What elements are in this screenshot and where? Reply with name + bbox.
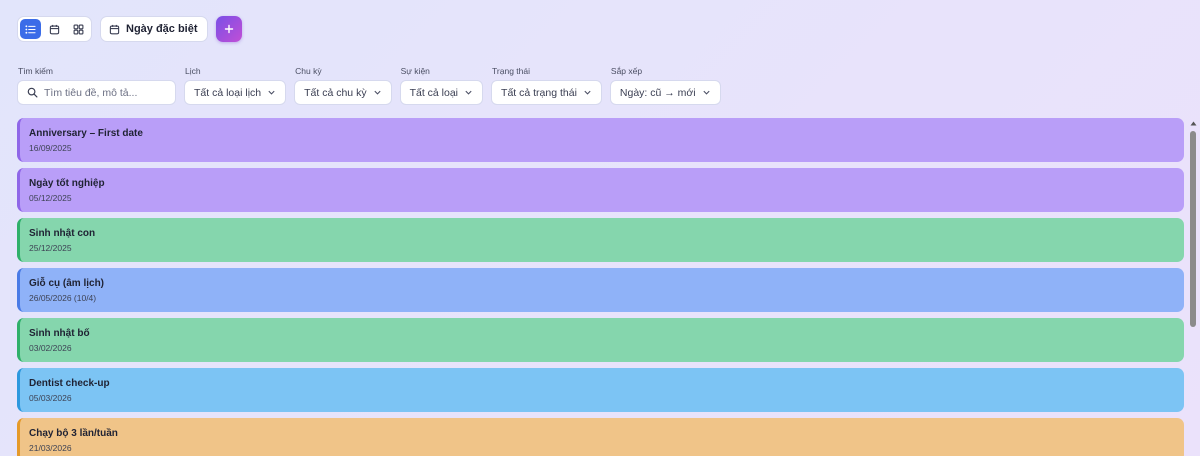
list-icon [25, 24, 36, 34]
event-date: 21/03/2026 [29, 443, 72, 453]
event-select[interactable]: Tất cả loại [399, 80, 484, 105]
scrollbar[interactable] [1188, 118, 1198, 456]
event-date: 26/05/2026 (10/4) [29, 293, 97, 303]
search-placeholder: Tìm tiêu đề, mô tả... [44, 86, 138, 99]
toolbar: Ngày đặc biệt [17, 16, 242, 42]
event-title: Dentist check-up [29, 378, 110, 389]
special-days-button[interactable]: Ngày đặc biệt [100, 16, 208, 42]
event-title: Sinh nhật con [29, 228, 96, 239]
event-date: 03/02/2026 [29, 343, 72, 353]
list-view-button[interactable] [20, 19, 41, 39]
sort-select-value: Ngày: cũ → mới [619, 86, 696, 99]
cycle-filter: Chu kỳ Tất cả chu kỳ [294, 66, 392, 105]
search-input[interactable]: Tìm tiêu đề, mô tả... [17, 80, 176, 105]
event-card[interactable]: Chạy bộ 3 lần/tuần 21/03/2026 [17, 418, 1184, 456]
event-title: Ngày tốt nghiệp [29, 178, 105, 189]
scroll-up-arrow-icon[interactable] [1188, 118, 1198, 128]
special-days-label: Ngày đặc biệt [126, 23, 198, 35]
event-date: 05/03/2026 [29, 393, 72, 403]
event-card[interactable]: Dentist check-up 05/03/2026 [17, 368, 1184, 412]
search-label: Tìm kiếm [18, 66, 53, 76]
chevron-down-icon [465, 90, 472, 95]
view-switcher [17, 16, 92, 42]
add-button[interactable] [215, 16, 242, 42]
event-date: 05/12/2025 [29, 193, 72, 203]
event-card[interactable]: Sinh nhật bố 03/02/2026 [17, 318, 1184, 362]
plus-icon [224, 24, 233, 34]
chevron-down-icon [703, 90, 710, 95]
cycle-select-value: Tất cả chu kỳ [304, 86, 367, 99]
event-card[interactable]: Ngày tốt nghiệp 05/12/2025 [17, 168, 1184, 212]
event-filter: Sự kiện Tất cả loại [399, 66, 484, 105]
calendar-icon [49, 24, 60, 34]
status-select-value: Tất cả trạng thái [501, 86, 577, 99]
event-card[interactable]: Giỗ cụ (âm lịch) 26/05/2026 (10/4) [17, 268, 1184, 312]
calendar-filter-label: Lịch [185, 66, 201, 76]
calendar-select[interactable]: Tất cả loại lịch [184, 80, 287, 105]
scrollbar-thumb[interactable] [1190, 131, 1196, 327]
search-filter: Tìm kiếm Tìm tiêu đề, mô tả... [17, 66, 176, 105]
grid-view-button[interactable] [68, 19, 89, 39]
search-icon [27, 87, 38, 98]
calendar-icon [109, 24, 120, 34]
sort-select[interactable]: Ngày: cũ → mới [609, 80, 721, 105]
event-list: Anniversary – First date 16/09/2025 Ngày t… [17, 118, 1184, 456]
calendar-select-value: Tất cả loại lịch [194, 86, 262, 99]
chevron-down-icon [268, 90, 275, 95]
cycle-filter-label: Chu kỳ [295, 66, 322, 76]
event-title: Sinh nhật bố [29, 328, 90, 339]
calendar-view-button[interactable] [44, 19, 65, 39]
grid-icon [73, 24, 84, 34]
event-date: 25/12/2025 [29, 243, 72, 253]
calendar-filter: Lịch Tất cả loại lịch [184, 66, 287, 105]
event-date: 16/09/2025 [29, 143, 72, 153]
event-card[interactable]: Anniversary – First date 16/09/2025 [17, 118, 1184, 162]
sort-filter-label: Sắp xếp [610, 66, 643, 76]
filter-bar: Tìm kiếm Tìm tiêu đề, mô tả... Lịch Tất … [17, 66, 721, 105]
cycle-select[interactable]: Tất cả chu kỳ [294, 80, 392, 105]
event-card[interactable]: Sinh nhật con 25/12/2025 [17, 218, 1184, 262]
chevron-down-icon [584, 90, 591, 95]
event-title: Anniversary – First date [29, 128, 143, 139]
status-select[interactable]: Tất cả trạng thái [491, 80, 602, 105]
event-select-value: Tất cả loại [409, 86, 459, 99]
event-title: Chạy bộ 3 lần/tuần [29, 428, 118, 439]
event-title: Giỗ cụ (âm lịch) [29, 278, 105, 289]
status-filter: Trạng thái Tất cả trạng thái [491, 66, 602, 105]
event-filter-label: Sự kiện [400, 66, 430, 76]
status-filter-label: Trạng thái [492, 66, 530, 76]
sort-filter: Sắp xếp Ngày: cũ → mới [609, 66, 721, 105]
chevron-down-icon [373, 90, 381, 95]
